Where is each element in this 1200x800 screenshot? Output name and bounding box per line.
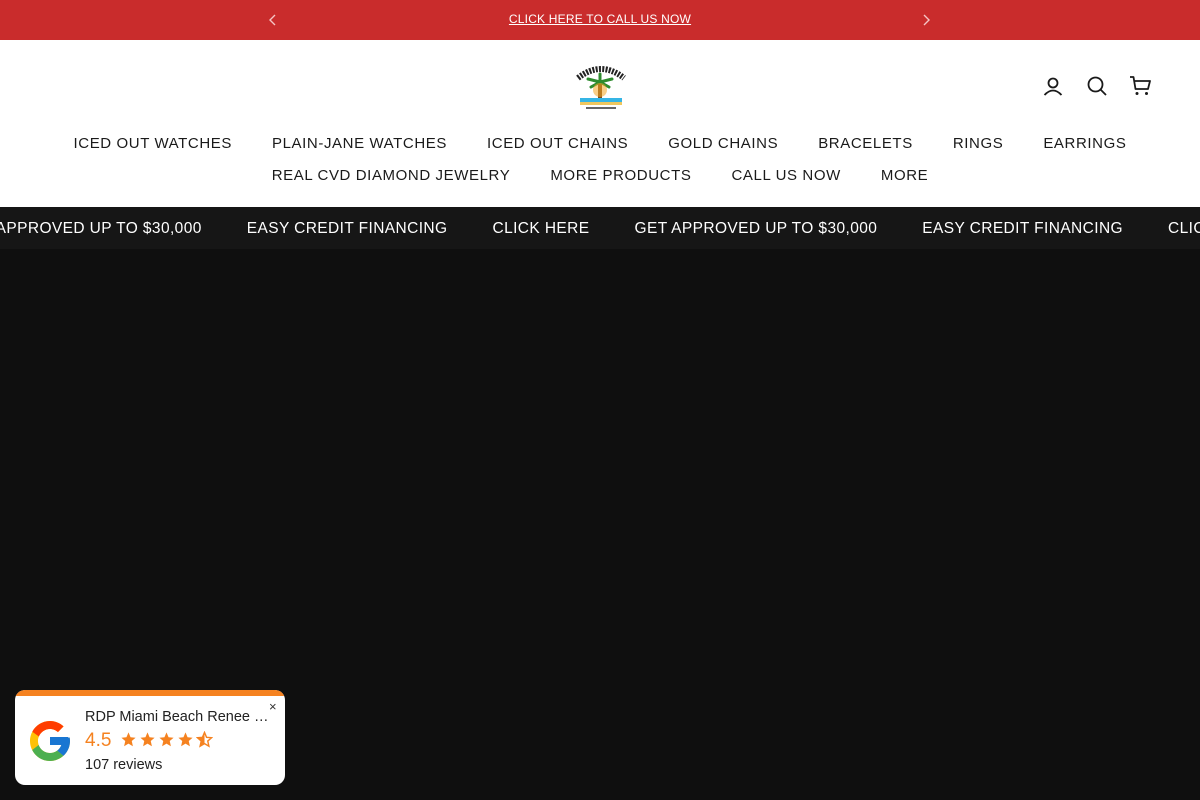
announcement-bar: CLICK HERE TO CALL US NOW [0, 0, 1200, 40]
review-accent-bar [15, 690, 285, 696]
nav-more-products[interactable]: MORE PRODUCTS [530, 168, 711, 184]
star-half-icon [196, 731, 213, 748]
star-icon [178, 732, 193, 747]
marquee-track: GET APPROVED UP TO $30,000 EASY CREDIT F… [0, 220, 1200, 238]
close-icon[interactable]: × [269, 699, 277, 714]
site-logo[interactable] [574, 62, 628, 112]
star-icon [140, 732, 155, 747]
google-logo-icon [26, 717, 74, 765]
marquee-item: GET APPROVED UP TO $30,000 [0, 220, 202, 237]
nav-more[interactable]: MORE [861, 168, 948, 184]
marquee-item: EASY CREDIT FINANCING [246, 220, 448, 237]
nav-bracelets[interactable]: BRACELETS [798, 136, 933, 152]
cart-icon[interactable] [1129, 74, 1153, 98]
marquee-item: EASY CREDIT FINANCING [922, 220, 1123, 237]
nav-real-cvd-diamond-jewelry[interactable]: REAL CVD DIAMOND JEWELRY [252, 168, 531, 184]
nav-earrings[interactable]: EARRINGS [1023, 136, 1146, 152]
marquee-item: CLICK HERE [492, 220, 590, 237]
nav-iced-out-watches[interactable]: ICED OUT WATCHES [54, 136, 253, 152]
promo-marquee[interactable]: GET APPROVED UP TO $30,000 EASY CREDIT F… [0, 207, 1200, 249]
nav-rings[interactable]: RINGS [933, 136, 1024, 152]
nav-gold-chains[interactable]: GOLD CHAINS [648, 136, 798, 152]
chevron-right-icon[interactable] [916, 10, 936, 30]
nav-call-us-now[interactable]: CALL US NOW [711, 168, 860, 184]
main-nav-row-2: REAL CVD DIAMOND JEWELRY MORE PRODUCTS C… [0, 168, 1200, 184]
account-icon[interactable] [1041, 74, 1065, 98]
marquee-item: GET APPROVED UP TO $30,000 [634, 220, 878, 237]
marquee-item: CLICK HERE [1168, 220, 1200, 237]
business-name: RDP Miami Beach Renee D… [85, 709, 273, 725]
site-header: ICED OUT WATCHES PLAIN-JANE WATCHES ICED… [0, 40, 1200, 207]
review-count: 107 reviews [85, 757, 163, 773]
star-icon [121, 732, 136, 747]
nav-plain-jane-watches[interactable]: PLAIN-JANE WATCHES [252, 136, 467, 152]
google-review-widget[interactable]: RDP Miami Beach Renee D… × 4.5 107 revie… [15, 690, 285, 785]
main-nav-row-1: ICED OUT WATCHES PLAIN-JANE WATCHES ICED… [0, 136, 1200, 152]
star-icon [159, 732, 174, 747]
header-icons [1041, 74, 1153, 98]
nav-iced-out-chains[interactable]: ICED OUT CHAINS [467, 136, 648, 152]
call-us-link[interactable]: CLICK HERE TO CALL US NOW [0, 12, 1200, 26]
rating-stars [120, 731, 213, 748]
search-icon[interactable] [1085, 74, 1109, 98]
rating-value: 4.5 [85, 730, 112, 751]
